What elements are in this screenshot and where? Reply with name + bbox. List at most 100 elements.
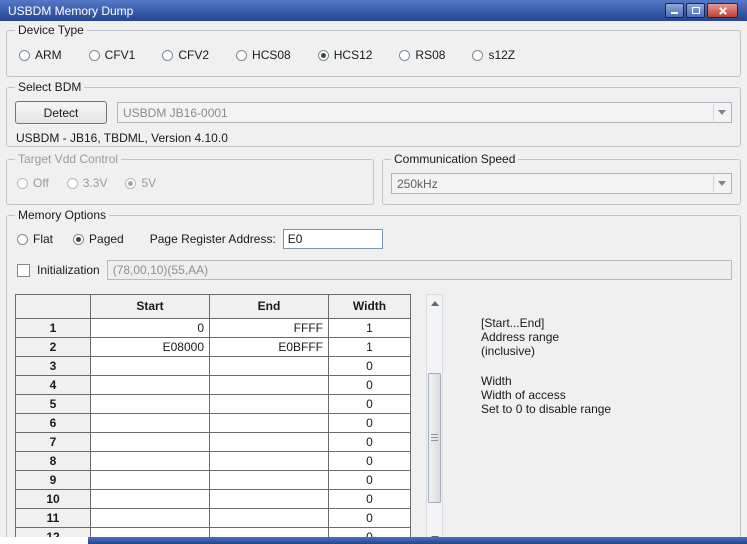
help-text-line: [481, 358, 611, 374]
width-cell[interactable]: 1: [329, 338, 411, 357]
initialization-row: Initialization (78,00,10)(55,AA): [7, 249, 740, 280]
radio-label: 5V: [141, 176, 157, 190]
page-register-input[interactable]: [282, 229, 383, 249]
table-row: 50: [16, 395, 411, 414]
start-cell[interactable]: [91, 471, 210, 490]
memory-mode-row: Flat Paged Page Register Address:: [7, 216, 740, 249]
radio-device-hcs12[interactable]: HCS12: [317, 48, 373, 62]
end-cell[interactable]: [210, 471, 329, 490]
radio-icon: [399, 49, 411, 61]
width-cell[interactable]: 0: [329, 395, 411, 414]
table-row: 1 0 FFFF 1: [16, 319, 411, 338]
bdm-select-combo: USBDM JB16-0001: [117, 102, 732, 123]
dialog-client-area: Device Type ARM CFV1 CFV2 HCS08 HCS12 RS08 s12…: [0, 21, 747, 537]
radio-icon: [88, 49, 100, 61]
width-cell[interactable]: 0: [329, 528, 411, 537]
radio-label: Paged: [89, 232, 124, 246]
table-row: 30: [16, 357, 411, 376]
end-cell[interactable]: [210, 509, 329, 528]
speed-combo-value: 250kHz: [397, 176, 438, 191]
minimize-button[interactable]: [665, 3, 684, 18]
end-cell[interactable]: FFFF: [210, 319, 329, 338]
end-cell[interactable]: [210, 357, 329, 376]
initialization-field: (78,00,10)(55,AA): [106, 260, 732, 280]
page-register-label: Page Register Address:: [149, 232, 276, 246]
width-cell[interactable]: 0: [329, 357, 411, 376]
end-cell[interactable]: E0BFFF: [210, 338, 329, 357]
end-cell[interactable]: [210, 433, 329, 452]
row-number-cell: 2: [16, 338, 91, 357]
table-corner-cell: [16, 295, 91, 319]
communication-speed-group: Communication Speed 250kHz: [382, 152, 741, 205]
caption-buttons: [665, 3, 738, 18]
start-cell[interactable]: [91, 528, 210, 537]
titlebar[interactable]: USBDM Memory Dump: [0, 0, 747, 21]
scrollbar-up-button[interactable]: [427, 295, 442, 311]
table-scrollbar[interactable]: [426, 294, 443, 537]
width-cell[interactable]: 0: [329, 376, 411, 395]
width-cell[interactable]: 1: [329, 319, 411, 338]
radio-icon: [17, 233, 28, 245]
desktop-background-strip: [0, 537, 88, 544]
bdm-combo-value: USBDM JB16-0001: [123, 105, 228, 120]
start-cell[interactable]: [91, 490, 210, 509]
row-number-cell: 11: [16, 509, 91, 528]
radio-label: HCS12: [333, 48, 373, 62]
radio-label: RS08: [415, 48, 446, 62]
detect-button[interactable]: Detect: [15, 101, 107, 124]
radio-icon: [17, 177, 28, 189]
width-cell[interactable]: 0: [329, 490, 411, 509]
device-type-legend: Device Type: [15, 23, 87, 37]
radio-device-cfv1[interactable]: CFV1: [88, 48, 135, 62]
radio-device-cfv2[interactable]: CFV2: [162, 48, 209, 62]
start-cell[interactable]: [91, 414, 210, 433]
vdd-speed-row: Target Vdd Control Off 3.3V 5V Communicati…: [6, 152, 741, 205]
start-cell[interactable]: 0: [91, 319, 210, 338]
radio-label: Flat: [33, 232, 54, 246]
column-header-width: Width: [329, 295, 411, 319]
table-row: 80: [16, 452, 411, 471]
scrollbar-down-button[interactable]: [427, 530, 442, 537]
radio-label: Off: [33, 176, 49, 190]
minimize-icon: [671, 12, 678, 14]
end-cell[interactable]: [210, 414, 329, 433]
row-number-cell: 1: [16, 319, 91, 338]
radio-memmode-paged[interactable]: Paged: [73, 232, 124, 246]
width-cell[interactable]: 0: [329, 433, 411, 452]
initialization-label: Initialization: [37, 263, 100, 277]
device-type-radio-row: ARM CFV1 CFV2 HCS08 HCS12 RS08 s12Z: [7, 31, 740, 62]
table-row: 90: [16, 471, 411, 490]
row-number-cell: 10: [16, 490, 91, 509]
end-cell[interactable]: [210, 452, 329, 471]
close-button[interactable]: [707, 3, 738, 18]
end-cell[interactable]: [210, 376, 329, 395]
end-cell[interactable]: [210, 490, 329, 509]
width-cell[interactable]: 0: [329, 414, 411, 433]
help-text-line: Address range: [481, 330, 560, 344]
radio-device-hcs08[interactable]: HCS08: [236, 48, 291, 62]
start-cell[interactable]: [91, 452, 210, 471]
radio-device-s12z[interactable]: s12Z: [472, 48, 515, 62]
start-cell[interactable]: [91, 357, 210, 376]
start-cell[interactable]: [91, 433, 210, 452]
radio-device-rs08[interactable]: RS08: [399, 48, 445, 62]
start-cell[interactable]: [91, 376, 210, 395]
start-cell[interactable]: [91, 509, 210, 528]
width-cell[interactable]: 0: [329, 452, 411, 471]
width-cell[interactable]: 0: [329, 509, 411, 528]
start-cell[interactable]: E08000: [91, 338, 210, 357]
end-cell[interactable]: [210, 395, 329, 414]
radio-memmode-flat[interactable]: Flat: [17, 232, 53, 246]
scrollbar-thumb[interactable]: [428, 373, 441, 503]
width-cell[interactable]: 0: [329, 471, 411, 490]
initialization-checkbox[interactable]: [17, 263, 30, 277]
radio-device-arm[interactable]: ARM: [19, 48, 62, 62]
select-bdm-legend: Select BDM: [15, 80, 85, 94]
table-header-row: Start End Width: [16, 295, 411, 319]
maximize-button[interactable]: [686, 3, 705, 18]
row-number-cell: 12: [16, 528, 91, 537]
table-row: 10 0: [16, 490, 411, 509]
start-cell[interactable]: [91, 395, 210, 414]
radio-label: 3.3V: [82, 176, 108, 190]
end-cell[interactable]: [210, 528, 329, 537]
